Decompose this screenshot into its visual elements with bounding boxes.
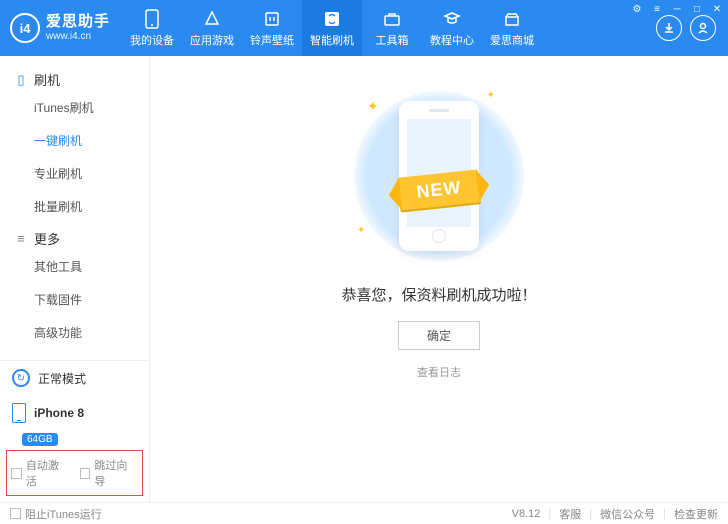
footer-link-update[interactable]: 检查更新 [674,506,718,522]
download-button[interactable] [656,15,682,41]
checkbox-icon [80,468,91,479]
menu-icon[interactable]: ≡ [650,2,664,16]
view-log-link[interactable]: 查看日志 [417,364,461,380]
device-info[interactable]: iPhone 8 [0,395,149,431]
nav-store[interactable]: 爱思商城 [482,0,542,56]
nav-tutorial[interactable]: 教程中心 [422,0,482,56]
maximize-button[interactable]: □ [690,2,704,16]
footer-link-wechat[interactable]: 微信公众号 [600,506,655,522]
flash-icon [322,9,342,29]
window-controls: ⚙ ≡ ─ □ ✕ [630,2,724,16]
phone-icon: ▯ [14,72,28,88]
checkbox-block-itunes[interactable]: 阻止iTunes运行 [10,506,102,522]
phone-small-icon [12,403,26,423]
more-icon: ≡ [14,231,28,246]
minimize-button[interactable]: ─ [670,2,684,16]
sidebar-item-other-tools[interactable]: 其他工具 [0,250,149,283]
star-icon: ✦ [367,98,379,115]
media-icon [262,9,282,29]
sidebar-item-oneclick-flash[interactable]: 一键刷机 [0,124,149,157]
device-icon [142,9,162,29]
main-content: ✦ ✦ ✦ NEW 恭喜您，保资料刷机成功啦！ 确定 查看日志 [150,56,728,502]
star-icon: ✦ [487,90,495,101]
success-message: 恭喜您，保资料刷机成功啦！ [341,284,536,305]
sidebar-item-pro-flash[interactable]: 专业刷机 [0,157,149,190]
nav-ringtones[interactable]: 铃声壁纸 [242,0,302,56]
apps-icon [202,9,222,29]
sidebar-item-itunes-flash[interactable]: iTunes刷机 [0,91,149,124]
status-bar: 阻止iTunes运行 V8.12 | 客服 | 微信公众号 | 检查更新 [0,502,728,524]
store-icon [502,9,522,29]
top-nav: 我的设备 应用游戏 铃声壁纸 智能刷机 工具箱 教程中心 爱思商城 [122,0,656,56]
sidebar-item-advanced[interactable]: 高级功能 [0,316,149,349]
toolbox-icon [382,9,402,29]
nav-flash[interactable]: 智能刷机 [302,0,362,56]
nav-apps[interactable]: 应用游戏 [182,0,242,56]
checkbox-skip-guide[interactable]: 跳过向导 [80,457,139,489]
nav-my-device[interactable]: 我的设备 [122,0,182,56]
user-button[interactable] [690,15,716,41]
ok-button[interactable]: 确定 [398,321,480,350]
success-illustration: ✦ ✦ ✦ NEW [339,86,539,266]
brand-subtitle: www.i4.cn [46,31,110,42]
device-mode[interactable]: ↻ 正常模式 [0,361,149,395]
checkbox-icon [10,508,21,519]
checkbox-icon [11,468,22,479]
brand-logo-icon: i4 [10,13,40,43]
sidebar-item-batch-flash[interactable]: 批量刷机 [0,190,149,223]
checkbox-auto-activate[interactable]: 自动激活 [11,457,70,489]
close-button[interactable]: ✕ [710,2,724,16]
nav-toolbox[interactable]: 工具箱 [362,0,422,56]
highlighted-options: 自动激活 跳过向导 [6,450,143,496]
storage-badge: 64GB [22,433,58,446]
tutorial-icon [442,9,462,29]
sidebar-group-flash[interactable]: ▯ 刷机 [0,64,149,91]
footer-link-support[interactable]: 客服 [559,506,581,522]
sidebar-item-download-firmware[interactable]: 下载固件 [0,283,149,316]
brand: i4 爱思助手 www.i4.cn [0,0,122,56]
settings-icon[interactable]: ⚙ [630,2,644,16]
star-icon: ✦ [357,225,365,236]
sidebar-group-more[interactable]: ≡ 更多 [0,223,149,250]
sidebar: ▯ 刷机 iTunes刷机 一键刷机 专业刷机 批量刷机 ≡ 更多 其他工具 下… [0,56,150,502]
refresh-icon: ↻ [12,369,30,387]
brand-title: 爱思助手 [46,14,110,31]
version-label: V8.12 [512,508,541,520]
app-header: i4 爱思助手 www.i4.cn 我的设备 应用游戏 铃声壁纸 智能刷机 工具… [0,0,728,56]
